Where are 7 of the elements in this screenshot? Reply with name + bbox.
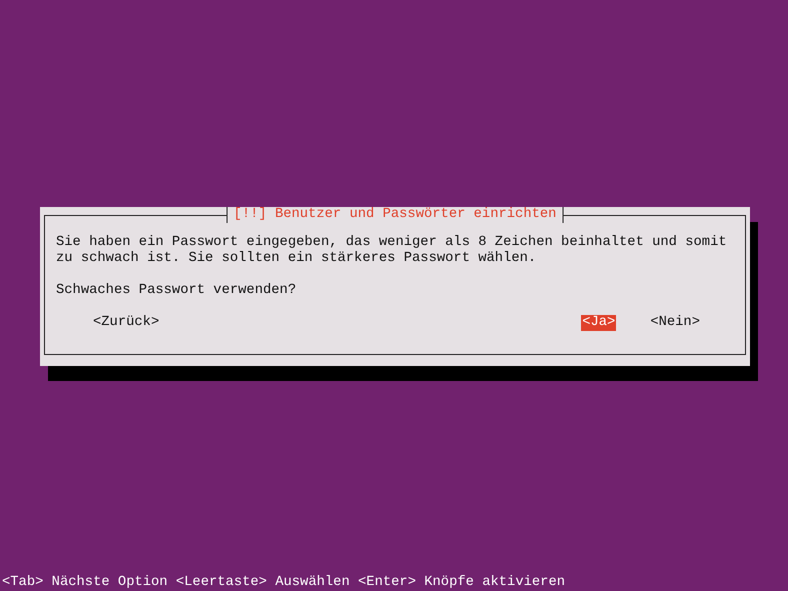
status-bar-hint: <Tab> Nächste Option <Leertaste> Auswählen <Enter> Knöpfe aktivieren — [1, 575, 566, 591]
dialog-title: [!!] Benutzer und Passwörter einrichten — [226, 207, 564, 223]
dialog-button[interactable]: <Zurück> — [92, 315, 160, 331]
dialog-button[interactable]: <Nein> — [649, 315, 701, 331]
dialog-message: Sie haben ein Passwort eingegeben, das weniger als 8 Zeichen beinhaltet und somit zu schwach ist. Sie sollten ein stärkeres Passwort wählen. — [56, 235, 728, 267]
dialog-button[interactable]: <Ja> — [581, 315, 616, 331]
dialog-question: Schwaches Passwort verwenden? — [56, 283, 298, 299]
